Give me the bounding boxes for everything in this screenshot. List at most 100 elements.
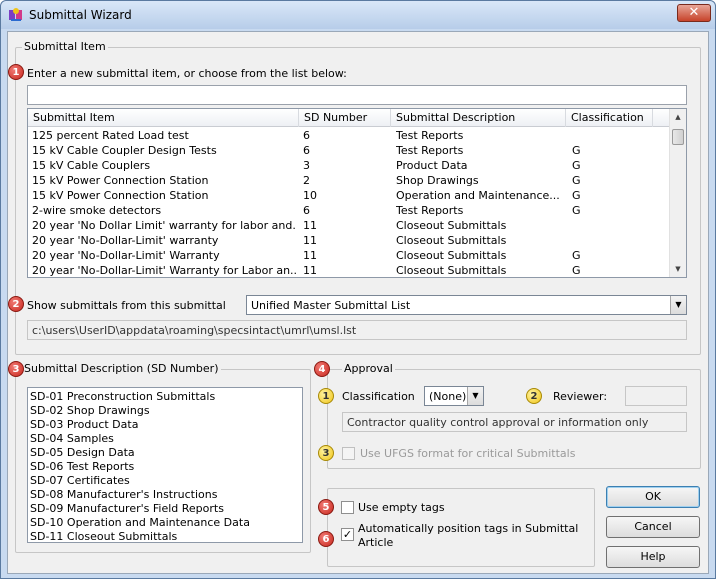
column-header-submittal-item[interactable]: Submittal Item — [28, 109, 299, 127]
cell-item: 20 year 'No-Dollar-Limit' Warranty — [32, 249, 220, 262]
list-item[interactable]: SD-10 Operation and Maintenance Data — [30, 516, 300, 530]
chevron-down-icon[interactable]: ▼ — [670, 296, 686, 314]
list-item[interactable]: SD-03 Product Data — [30, 418, 300, 432]
cell-desc: Shop Drawings — [396, 174, 479, 187]
list-item[interactable]: SD-08 Manufacturer's Instructions — [30, 488, 300, 502]
table-row[interactable]: 15 kV Power Connection Station 2 Shop Dr… — [28, 173, 670, 188]
list-item[interactable]: SD-09 Manufacturer's Field Reports — [30, 502, 300, 516]
cancel-button[interactable]: Cancel — [606, 516, 700, 538]
cell-sd: 3 — [303, 159, 310, 172]
list-item[interactable]: SD-05 Design Data — [30, 446, 300, 460]
table-row[interactable]: 20 year 'No-Dollar-Limit' Warranty for L… — [28, 263, 670, 277]
table-row[interactable]: 15 kV Cable Coupler Design Tests 6 Test … — [28, 143, 670, 158]
list-item[interactable]: SD-07 Certificates — [30, 474, 300, 488]
list-body: 125 percent Rated Load test 6 Test Repor… — [28, 128, 670, 277]
ufgs-checkbox[interactable] — [342, 447, 355, 460]
list-item[interactable]: SD-06 Test Reports — [30, 460, 300, 474]
description-group-title: Submittal Description (SD Number) — [22, 362, 221, 375]
callout-2: 2 — [8, 296, 24, 312]
show-from-select[interactable]: Unified Master Submittal List ▼ — [246, 295, 687, 315]
cell-class: G — [572, 159, 581, 172]
cell-desc: Test Reports — [396, 204, 464, 217]
cell-sd: 6 — [303, 144, 310, 157]
cell-item: 15 kV Cable Coupler Design Tests — [32, 144, 217, 157]
cell-sd: 6 — [303, 204, 310, 217]
callout-5: 5 — [318, 499, 334, 515]
cell-item: 20 year 'No-Dollar-Limit' warranty — [32, 234, 219, 247]
cell-sd: 11 — [303, 264, 317, 277]
cell-class: G — [572, 249, 581, 262]
cell-sd: 6 — [303, 129, 310, 142]
submittal-item-input[interactable] — [27, 85, 687, 105]
column-header-description[interactable]: Submittal Description — [391, 109, 566, 127]
show-from-label: Show submittals from this submittal — [27, 299, 226, 312]
table-row[interactable]: 20 year 'No-Dollar-Limit' Warranty 11 Cl… — [28, 248, 670, 263]
cell-class — [572, 233, 652, 248]
window-title: Submittal Wizard — [29, 8, 132, 22]
cell-desc: Closeout Submittals — [396, 219, 507, 232]
cell-class: G — [572, 189, 581, 202]
cell-class: G — [572, 264, 581, 277]
classification-value: (None) — [429, 390, 467, 403]
scroll-down-arrow-icon[interactable]: ▼ — [670, 261, 686, 277]
title-bar[interactable]: Submittal Wizard ✕ — [1, 1, 715, 29]
table-row[interactable]: 2-wire smoke detectors 6 Test Reports G — [28, 203, 670, 218]
cell-sd: 2 — [303, 174, 310, 187]
scroll-up-arrow-icon[interactable]: ▲ — [670, 109, 686, 125]
callout-6: 6 — [318, 531, 334, 547]
table-row[interactable]: 15 kV Power Connection Station 10 Operat… — [28, 188, 670, 203]
dialog-client: Submittal Item 1 Enter a new submittal i… — [7, 31, 709, 574]
close-button[interactable]: ✕ — [677, 4, 711, 22]
table-row[interactable]: 125 percent Rated Load test 6 Test Repor… — [28, 128, 670, 143]
scroll-thumb[interactable] — [672, 129, 684, 145]
help-button[interactable]: Help — [606, 546, 700, 568]
cell-item: 15 kV Cable Couplers — [32, 159, 151, 172]
submittal-item-group-title: Submittal Item — [22, 40, 108, 53]
callout-4: 4 — [314, 361, 330, 377]
classification-label: Classification — [342, 390, 415, 403]
cell-sd: 11 — [303, 234, 317, 247]
callout-1: 1 — [8, 64, 24, 80]
list-item[interactable]: SD-11 Closeout Submittals — [30, 530, 300, 544]
cell-desc: Test Reports — [396, 144, 464, 157]
auto-position-label-line2: Article — [358, 536, 394, 549]
list-item[interactable]: SD-01 Preconstruction Submittals — [30, 390, 300, 404]
cell-class — [572, 128, 652, 143]
classification-select[interactable]: (None) ▼ — [424, 386, 484, 406]
table-row[interactable]: 20 year 'No-Dollar-Limit' warranty 11 Cl… — [28, 233, 670, 248]
cell-desc: Closeout Submittals — [396, 234, 507, 247]
cell-item: 125 percent Rated Load test — [32, 129, 189, 142]
column-header-sd-number[interactable]: SD Number — [299, 109, 391, 127]
column-header-classification[interactable]: Classification — [566, 109, 653, 127]
cell-sd: 11 — [303, 219, 317, 232]
cell-desc: Test Reports — [396, 129, 464, 142]
list-item[interactable]: SD-04 Samples — [30, 432, 300, 446]
list-item[interactable]: SD-02 Shop Drawings — [30, 404, 300, 418]
reviewer-field[interactable] — [625, 386, 687, 406]
chevron-down-icon[interactable]: ▼ — [467, 387, 483, 405]
callout-3: 3 — [8, 361, 24, 377]
approval-group-title: Approval — [342, 362, 395, 375]
use-empty-tags-checkbox[interactable] — [341, 501, 354, 514]
cell-item: 15 kV Power Connection Station — [32, 189, 209, 202]
auto-position-label-line1: Automatically position tags in Submittal — [358, 522, 579, 535]
list-vertical-scrollbar[interactable]: ▲ ▼ — [669, 109, 686, 277]
sd-description-list[interactable]: SD-01 Preconstruction Submittals SD-02 S… — [27, 387, 303, 543]
cell-item: 20 year 'No-Dollar-Limit' Warranty for L… — [32, 264, 297, 277]
ufgs-label: Use UFGS format for critical Submittals — [360, 447, 576, 460]
cell-desc: Closeout Submittals — [396, 249, 507, 262]
callout-2-yellow: 2 — [526, 388, 542, 404]
submittal-items-list[interactable]: Submittal Item SD Number Submittal Descr… — [27, 108, 687, 278]
table-row[interactable]: 15 kV Cable Couplers 3 Product Data G — [28, 158, 670, 173]
ok-button[interactable]: OK — [606, 486, 700, 508]
table-row[interactable]: 20 year 'No Dollar Limit' warranty for l… — [28, 218, 670, 233]
callout-3-yellow: 3 — [318, 445, 334, 461]
cell-sd: 10 — [303, 189, 317, 202]
cell-sd: 11 — [303, 249, 317, 262]
app-icon — [9, 8, 22, 21]
cell-desc: Closeout Submittals — [396, 264, 507, 277]
cell-class — [572, 218, 652, 233]
list-path: c:\users\UserID\appdata\roaming\specsint… — [27, 320, 687, 340]
list-header: Submittal Item SD Number Submittal Descr… — [28, 109, 670, 127]
auto-position-checkbox[interactable]: ✓ — [341, 528, 354, 541]
